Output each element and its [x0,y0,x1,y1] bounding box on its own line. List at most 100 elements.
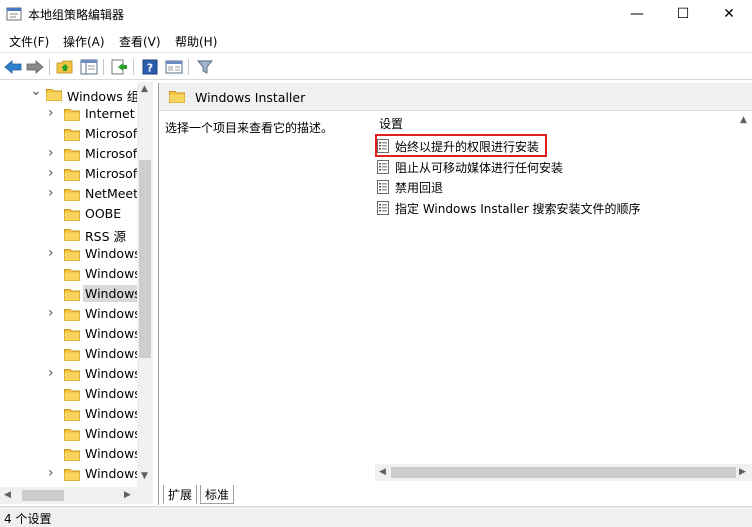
tree-item[interactable]: › Windows [0,464,137,484]
scroll-up-icon[interactable]: ▲ [141,84,148,94]
tree-item[interactable]: Microsoft [0,124,137,144]
folder-icon [64,369,80,381]
folder-icon [64,189,80,201]
menu-view[interactable]: 查看(V) [119,33,161,50]
close-button[interactable]: ✕ [706,0,752,28]
tree-item-label: Windows [85,406,137,421]
folder-icon [64,449,80,461]
maximize-button[interactable]: ☐ [660,0,706,28]
chevron-right-icon[interactable]: › [48,366,58,380]
folder-icon [46,89,62,101]
toolbar: ? [0,52,752,80]
export-list-button[interactable] [109,57,129,77]
tree-item-label: Windows 组 [67,89,137,104]
folder-icon [64,209,80,221]
tree-item[interactable]: ⌄ Windows 组 [0,84,137,104]
scroll-left-icon[interactable]: ◀ [4,490,11,500]
tree-item[interactable]: › Microsoft [0,164,137,184]
folder-icon [64,249,80,261]
back-button[interactable] [3,57,23,77]
tree-item-label: Internet [85,106,135,121]
tree-item-label: Windows [85,326,137,341]
up-level-button[interactable] [55,57,75,77]
highlight-annotation [375,134,547,157]
scroll-up-icon[interactable]: ▲ [740,115,747,125]
tree-item[interactable]: › Windows [0,304,137,324]
chevron-right-icon[interactable]: › [48,246,58,260]
tree-scroll-thumb[interactable] [139,160,151,358]
chevron-down-icon[interactable]: ⌄ [30,84,42,98]
tree-item-label: Windows [85,346,137,361]
chevron-right-icon[interactable]: › [48,186,58,200]
tree-item[interactable]: › Windows [0,244,137,264]
folder-icon [64,349,80,361]
chevron-right-icon[interactable]: › [48,166,58,180]
chevron-right-icon[interactable]: › [48,466,58,480]
tree-item[interactable]: OOBE [0,204,137,224]
tab-extended[interactable]: 扩展 [163,485,198,504]
tree-item[interactable]: Windows [0,264,137,284]
folder-icon [64,389,80,401]
properties-button[interactable] [164,57,184,77]
close-icon: ✕ [723,6,735,22]
export-list-icon [111,59,127,75]
back-arrow-icon [4,60,22,74]
tree-item[interactable]: › Microsoft [0,144,137,164]
chevron-right-icon[interactable]: › [48,146,58,160]
tree-item[interactable]: › NetMeeting [0,184,137,204]
details-pane: Windows Installer 选择一个项目来查看它的描述。 设置 始终以提… [158,83,752,505]
tree-item[interactable]: Windows [0,344,137,364]
tab-standard[interactable]: 标准 [200,485,235,504]
tree-item-label: Windows [85,466,137,481]
title-bar: 本地组策略编辑器 — ☐ ✕ [0,0,752,28]
scroll-left-icon[interactable]: ◀ [379,467,386,477]
tree-item-label: Windows [85,366,137,381]
scroll-right-icon[interactable]: ▶ [739,467,746,477]
scroll-down-icon[interactable]: ▼ [141,471,148,481]
minimize-button[interactable]: — [614,0,660,28]
folder-icon [64,469,80,481]
tree-item[interactable]: Windows [0,424,137,444]
tree-pane: ⌄ Windows 组 › Internet Microsoft › Microsoft › M… [0,82,153,505]
tree-item[interactable]: › Windows [0,364,137,384]
window-title: 本地组策略编辑器 [28,8,125,22]
properties-icon [165,60,183,74]
tree-hscroll-thumb[interactable] [22,490,64,501]
chevron-right-icon[interactable]: › [48,306,58,320]
tree-item[interactable]: Windows [0,404,137,424]
tree-item-label: Windows [85,266,137,281]
tree-item[interactable]: Windows [0,324,137,344]
chevron-right-icon[interactable]: › [48,106,58,120]
folder-icon [64,129,80,141]
tree-vertical-scrollbar[interactable]: ▲ ▼ [137,82,153,487]
menu-file[interactable]: 文件(F) [9,33,49,50]
filter-button[interactable] [195,57,215,77]
tree-item[interactable]: Windows [0,444,137,464]
show-hide-tree-button[interactable] [79,57,99,77]
policy-setting-icon [377,180,389,194]
settings-column-header[interactable]: 设置 [379,115,403,132]
details-vertical-scrollbar[interactable]: ▲ [736,111,752,464]
tree-item[interactable]: Windows [0,384,137,404]
folder-icon [64,149,80,161]
details-hscroll-thumb[interactable] [391,467,736,478]
folder-icon [64,409,80,421]
menu-help[interactable]: 帮助(H) [175,33,217,50]
view-tabs: 扩展 标准 [159,483,752,505]
toolbar-separator [103,59,104,75]
tree-item-label: OOBE [85,206,122,221]
scroll-right-icon[interactable]: ▶ [124,490,131,500]
tree-item[interactable]: RSS 源 [0,224,137,244]
folder-icon [169,91,185,103]
tree-item[interactable]: › Internet [0,104,137,124]
forward-button[interactable] [25,57,45,77]
menu-action[interactable]: 操作(A) [63,33,105,50]
tree-item[interactable]: Windows [0,284,137,304]
maximize-icon: ☐ [676,6,690,22]
setting-label: 阻止从可移动媒体进行任何安装 [395,161,564,175]
details-title: Windows Installer [195,90,306,105]
help-button[interactable]: ? [140,57,160,77]
details-horizontal-scrollbar[interactable]: ◀ ▶ [375,464,752,481]
forward-arrow-icon [26,60,44,74]
tree-horizontal-scrollbar[interactable]: ◀ ▶ [0,487,137,504]
